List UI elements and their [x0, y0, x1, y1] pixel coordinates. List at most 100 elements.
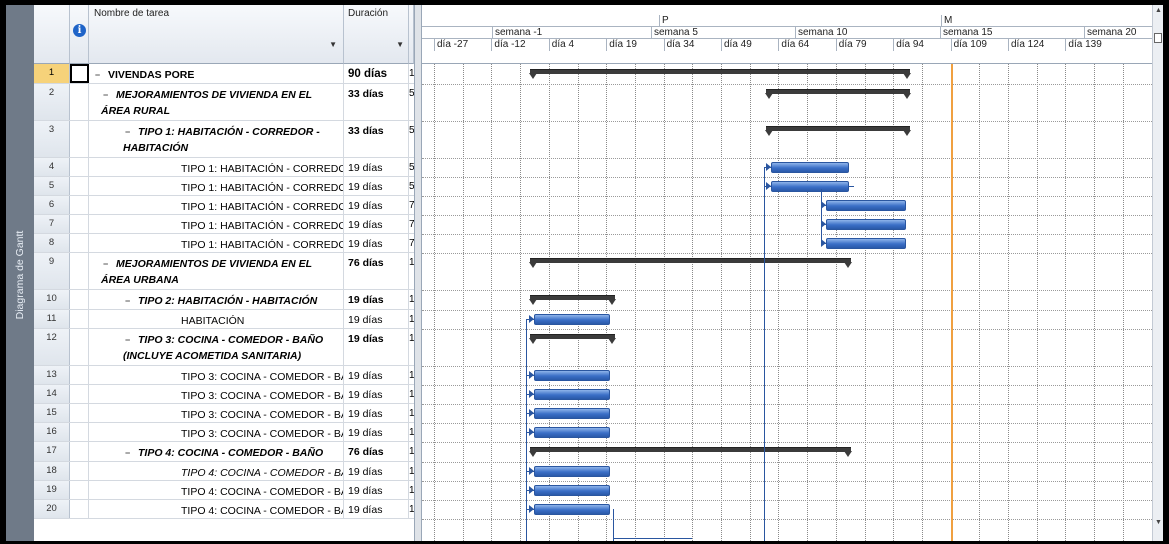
collapse-icon[interactable]: − [93, 67, 102, 83]
task-name-cell[interactable]: TIPO 4: COCINA - COMEDOR - BAÑO [89, 462, 344, 480]
indicator-cell[interactable] [70, 215, 89, 233]
indicator-cell[interactable] [70, 500, 89, 518]
duration-cell[interactable]: 19 días [344, 234, 409, 252]
summary-task-bar[interactable] [529, 334, 616, 344]
task-name-cell[interactable]: − VIVENDAS PORE [89, 64, 344, 83]
task-name-cell[interactable]: − TIPO 3: COCINA - COMEDOR - BAÑO (INCLUY… [89, 329, 344, 365]
task-row[interactable]: 13 TIPO 3: COCINA - COMEDOR - BAÑO (INCLU… [34, 366, 414, 385]
indicator-cell[interactable] [70, 158, 89, 176]
summary-task-bar[interactable] [765, 89, 911, 99]
duration-cell[interactable]: 76 días [344, 253, 409, 289]
indicator-cell[interactable] [70, 366, 89, 384]
scroll-up-icon[interactable]: ▲ [1153, 5, 1163, 17]
indicator-cell[interactable] [70, 442, 89, 461]
summary-task-bar[interactable] [529, 295, 616, 305]
collapse-icon[interactable]: − [123, 445, 132, 461]
view-splitter[interactable] [414, 5, 422, 541]
task-bar[interactable] [771, 181, 849, 192]
duration-cell[interactable]: 90 días [344, 64, 409, 83]
task-row[interactable]: 12 − TIPO 3: COCINA - COMEDOR - BAÑO (INCL… [34, 329, 414, 366]
duration-cell[interactable]: 19 días [344, 290, 409, 309]
duration-cell[interactable]: 33 días [344, 121, 409, 157]
duration-cell[interactable]: 19 días [344, 481, 409, 499]
collapse-icon[interactable]: − [123, 293, 132, 309]
task-name-cell[interactable]: TIPO 1: HABITACIÓN - CORREDOR - HABITACI… [89, 234, 344, 252]
indicator-cell[interactable] [70, 329, 89, 365]
collapse-icon[interactable]: − [123, 332, 132, 348]
duration-cell[interactable]: 19 días [344, 310, 409, 328]
duration-cell[interactable]: 19 días [344, 215, 409, 233]
row-number[interactable]: 18 [34, 462, 70, 480]
row-number[interactable]: 7 [34, 215, 70, 233]
duration-cell[interactable]: 19 días [344, 329, 409, 365]
task-row[interactable]: 15 TIPO 3: COCINA - COMEDOR - BAÑO (INCLU… [34, 404, 414, 423]
indicator-cell[interactable] [70, 64, 89, 83]
timescale[interactable]: P Msemana -1 semana 5 semana 10 semana 15 sem… [422, 5, 1152, 64]
task-row[interactable]: 2 − MEJORAMIENTOS DE VIVIENDA EN EL ÁREA R… [34, 84, 414, 121]
row-number[interactable]: 1 [34, 64, 70, 83]
duration-cell[interactable]: 76 días [344, 442, 409, 461]
collapse-icon[interactable]: − [101, 256, 110, 272]
indicator-cell[interactable] [70, 121, 89, 157]
indicator-cell[interactable] [70, 385, 89, 403]
task-row[interactable]: 14 TIPO 3: COCINA - COMEDOR - BAÑO (INCLU… [34, 385, 414, 404]
task-row[interactable]: 17− TIPO 4: COCINA - COMEDOR - BAÑO 76 día… [34, 442, 414, 462]
task-bar[interactable] [534, 427, 610, 438]
indicator-cell[interactable] [70, 84, 89, 120]
duration-cell[interactable]: 33 días [344, 84, 409, 120]
task-name-cell[interactable]: TIPO 1: HABITACIÓN - CORREDOR - HABITACI… [89, 177, 344, 195]
duration-cell[interactable]: 19 días [344, 196, 409, 214]
task-row[interactable]: 4 TIPO 1: HABITACIÓN - CORREDOR - HABITAC… [34, 158, 414, 177]
select-all-corner[interactable] [34, 5, 70, 64]
task-row[interactable]: 10− TIPO 2: HABITACIÓN - HABITACIÓN 19 día… [34, 290, 414, 310]
row-number[interactable]: 9 [34, 253, 70, 289]
task-name-cell[interactable]: TIPO 3: COCINA - COMEDOR - BAÑO (INCLUYE… [89, 423, 344, 441]
task-row[interactable]: 1− VIVENDAS PORE 90 días 1 [34, 64, 414, 84]
duration-cell[interactable]: 19 días [344, 423, 409, 441]
row-number[interactable]: 14 [34, 385, 70, 403]
task-row[interactable]: 5 TIPO 1: HABITACIÓN - CORREDOR - HABITAC… [34, 177, 414, 196]
row-number[interactable]: 20 [34, 500, 70, 518]
task-bar[interactable] [826, 219, 906, 230]
row-number[interactable]: 8 [34, 234, 70, 252]
summary-task-bar[interactable] [529, 258, 852, 268]
duration-cell[interactable]: 19 días [344, 177, 409, 195]
task-row[interactable]: 11 HABITACIÓN 19 días 1 [34, 310, 414, 329]
row-number[interactable]: 2 [34, 84, 70, 120]
task-name-cell[interactable]: TIPO 3: COCINA - COMEDOR - BAÑO (INCLUYE… [89, 366, 344, 384]
task-name-cell[interactable]: TIPO 1: HABITACIÓN - CORREDOR - HABITACI… [89, 215, 344, 233]
summary-task-bar[interactable] [529, 69, 911, 79]
indicators-header[interactable]: i [70, 5, 89, 64]
duration-cell[interactable]: 19 días [344, 462, 409, 480]
indicator-cell[interactable] [70, 196, 89, 214]
task-row[interactable]: 7 TIPO 1: HABITACIÓN - CORREDOR - HABITAC… [34, 215, 414, 234]
collapse-icon[interactable]: − [101, 87, 110, 103]
task-bar[interactable] [534, 485, 610, 496]
task-bar[interactable] [534, 408, 610, 419]
indicator-cell[interactable] [70, 310, 89, 328]
row-number[interactable]: 16 [34, 423, 70, 441]
task-bar[interactable] [534, 370, 610, 381]
task-row[interactable]: 18 TIPO 4: COCINA - COMEDOR - BAÑO19 días… [34, 462, 414, 481]
dropdown-arrow-icon[interactable]: ▼ [329, 40, 337, 49]
duration-cell[interactable]: 19 días [344, 500, 409, 518]
task-name-cell[interactable]: TIPO 3: COCINA - COMEDOR - BAÑO (INCLUYE… [89, 385, 344, 403]
row-number[interactable]: 6 [34, 196, 70, 214]
scroll-down-icon[interactable]: ▼ [1153, 517, 1163, 529]
indicator-cell[interactable] [70, 177, 89, 195]
row-number[interactable]: 13 [34, 366, 70, 384]
column-header-name[interactable]: Nombre de tarea ▼ [89, 5, 344, 64]
task-row[interactable]: 16 TIPO 3: COCINA - COMEDOR - BAÑO (INCLU… [34, 423, 414, 442]
indicator-cell[interactable] [70, 404, 89, 422]
task-name-cell[interactable]: TIPO 4: COCINA - COMEDOR - BAÑO [89, 500, 344, 518]
column-header-duration[interactable]: Duración ▼ [344, 5, 409, 64]
indicator-cell[interactable] [70, 423, 89, 441]
indicator-cell[interactable] [70, 462, 89, 480]
indicator-cell[interactable] [70, 253, 89, 289]
task-name-cell[interactable]: TIPO 1: HABITACIÓN - CORREDOR - HABITACI… [89, 158, 344, 176]
duration-cell[interactable]: 19 días [344, 404, 409, 422]
task-row[interactable]: 6 TIPO 1: HABITACIÓN - CORREDOR - HABITAC… [34, 196, 414, 215]
task-bar[interactable] [534, 466, 610, 477]
task-row[interactable]: 8 TIPO 1: HABITACIÓN - CORREDOR - HABITAC… [34, 234, 414, 253]
task-name-cell[interactable]: − TIPO 1: HABITACIÓN - CORREDOR - HABITAC… [89, 121, 344, 157]
